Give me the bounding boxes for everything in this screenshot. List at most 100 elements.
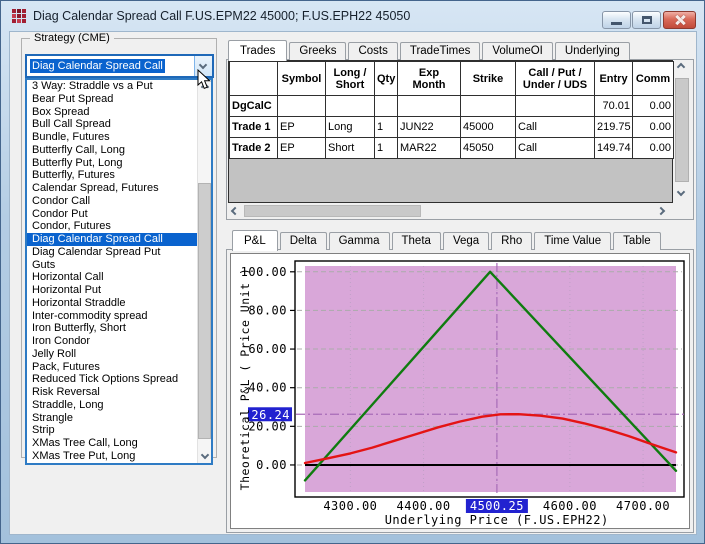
trades-table: SymbolLong / ShortQtyExp MonthStrikeCall… [229, 61, 674, 159]
table-cell: MAR22 [398, 138, 461, 159]
strategy-option[interactable]: Butterfly Put, Long [27, 157, 197, 170]
mouse-cursor [197, 69, 213, 91]
strategy-option[interactable]: Calendar Spread, Futures [27, 182, 197, 195]
strategy-combobox[interactable]: Diag Calendar Spread Call [25, 54, 214, 78]
table-row[interactable]: Trade 2EPShort1MAR2245050Call149.740.00 [230, 138, 674, 159]
tab-theta[interactable]: Theta [392, 232, 441, 250]
column-header: Qty [375, 62, 398, 96]
strategy-option[interactable]: XMas Tree Put, Long [27, 450, 197, 463]
strategy-option[interactable]: Condor Put [27, 208, 197, 221]
tab-greeks[interactable]: Greeks [289, 42, 346, 60]
tab-trades[interactable]: Trades [228, 40, 287, 61]
strategy-option[interactable]: Condor, Futures [27, 220, 197, 233]
table-cell: 1 [375, 117, 398, 138]
strategy-combo-value: Diag Calendar Spread Call [30, 59, 165, 73]
strategy-option[interactable]: Inter-commodity spread [27, 310, 197, 323]
table-row[interactable]: DgCalC70.010.00 [230, 96, 674, 117]
strategy-option[interactable]: Bull Call Spread [27, 118, 197, 131]
minimize-button[interactable] [602, 11, 631, 29]
strategy-option[interactable]: Risk Reversal [27, 386, 197, 399]
column-header: Entry [595, 62, 633, 96]
plot-background [305, 266, 676, 492]
table-hscroll-thumb[interactable] [244, 205, 421, 217]
y-tick-label: 0.00 [256, 458, 287, 472]
strategy-option[interactable]: Strangle [27, 412, 197, 425]
strategy-option[interactable]: Bundle, Futures [27, 131, 197, 144]
x-tick-label: 4600.00 [543, 499, 597, 513]
strategy-option[interactable]: Condor Call [27, 195, 197, 208]
scroll-down-icon[interactable] [201, 451, 209, 459]
app-icon [12, 9, 26, 23]
tab-costs[interactable]: Costs [348, 42, 397, 60]
table-horizontal-scrollbar[interactable] [228, 204, 669, 218]
tab-rho[interactable]: Rho [491, 232, 532, 250]
chart-tabstrip: P&LDeltaGammaThetaVegaRhoTime ValueTable [232, 229, 694, 250]
tab-underlying[interactable]: Underlying [555, 42, 630, 60]
column-header: Comm [633, 62, 674, 96]
tab-time-value[interactable]: Time Value [534, 232, 611, 250]
strategy-option[interactable]: Butterfly Call, Long [27, 144, 197, 157]
x-axis-title: Underlying Price (F.US.EPH22) [385, 513, 609, 527]
pnl-chart-panel: 0.0020.0040.0060.0080.00100.0026.244300.… [230, 253, 690, 529]
strategy-option[interactable]: Butterfly, Futures [27, 169, 197, 182]
table-row[interactable]: Trade 1EPLong1JUN2245000Call219.750.00 [230, 117, 674, 138]
tab-table[interactable]: Table [613, 232, 661, 250]
scroll-left-icon[interactable] [231, 207, 239, 215]
strategy-option[interactable]: 3 Way: Straddle vs a Put [27, 80, 197, 93]
app-window: Diag Calendar Spread Call F.US.EPM22 450… [0, 0, 705, 544]
strategy-option[interactable]: Diag Calendar Spread Call [27, 233, 197, 246]
strategy-option[interactable]: Iron Butterfly, Short [27, 322, 197, 335]
table-vertical-scrollbar[interactable] [674, 60, 690, 200]
tab-gamma[interactable]: Gamma [329, 232, 390, 250]
strategy-option[interactable]: Straddle, Long [27, 399, 197, 412]
x-tick-label: 4700.00 [616, 499, 670, 513]
table-cell [461, 96, 516, 117]
table-cell: 0.00 [633, 117, 674, 138]
tab-tradetimes[interactable]: TradeTimes [400, 42, 481, 60]
minimize-icon [611, 22, 622, 25]
strategy-option[interactable]: Horizontal Call [27, 271, 197, 284]
strategy-option[interactable]: Bear Put Spread [27, 93, 197, 106]
titlebar[interactable]: Diag Calendar Spread Call F.US.EPM22 450… [2, 1, 703, 31]
dropdown-scrollbar[interactable] [197, 80, 211, 463]
trades-tabstrip: TradesGreeksCostsTradeTimesVolumeOIUnder… [228, 39, 694, 60]
dropdown-scrollbar-thumb[interactable] [198, 183, 211, 439]
row-label: Trade 1 [230, 117, 278, 138]
tab-vega[interactable]: Vega [443, 232, 489, 250]
strategy-option[interactable]: Pack, Futures [27, 361, 197, 374]
table-cell [516, 96, 595, 117]
strategy-option[interactable]: Iron Condor [27, 335, 197, 348]
x-tick-label: 4300.00 [323, 499, 377, 513]
close-icon [674, 14, 686, 26]
row-label: Trade 2 [230, 138, 278, 159]
strategy-option[interactable]: Horizontal Straddle [27, 297, 197, 310]
y-axis-title: Theoretical P&L ( Price Unit ) [238, 268, 252, 491]
table-cell: Call [516, 138, 595, 159]
x-crosshair-label: 4500.25 [470, 499, 524, 513]
tab-volumeoi[interactable]: VolumeOI [482, 42, 553, 60]
strategy-option[interactable]: XMas Tree Call, Long [27, 437, 197, 450]
table-vscroll-thumb[interactable] [675, 78, 689, 182]
strategy-option[interactable]: Horizontal Put [27, 284, 197, 297]
strategy-option[interactable]: Reduced Tick Options Spread [27, 373, 197, 386]
table-cell: Long [326, 117, 375, 138]
strategy-option[interactable]: Guts [27, 259, 197, 272]
scroll-right-icon[interactable] [657, 207, 665, 215]
strategy-option[interactable]: Box Spread [27, 106, 197, 119]
table-cell: 70.01 [595, 96, 633, 117]
column-header [230, 62, 278, 96]
y-tick-label: 40.00 [248, 381, 287, 395]
tab-p-l[interactable]: P&L [232, 230, 278, 251]
strategy-option[interactable]: Diag Calendar Spread Put [27, 246, 197, 259]
close-button[interactable] [663, 11, 696, 29]
scroll-up-icon[interactable] [677, 63, 685, 71]
strategy-option[interactable]: Strip [27, 424, 197, 437]
strategy-dropdown-list[interactable]: 3 Way: Straddle vs a PutBear Put SpreadB… [25, 78, 213, 465]
scroll-down-icon[interactable] [677, 188, 685, 196]
strategy-option[interactable]: Jelly Roll [27, 348, 197, 361]
table-cell: 0.00 [633, 138, 674, 159]
tab-delta[interactable]: Delta [280, 232, 327, 250]
table-cell: 149.74 [595, 138, 633, 159]
window-title: Diag Calendar Spread Call F.US.EPM22 450… [33, 1, 410, 31]
maximize-button[interactable] [632, 11, 661, 29]
